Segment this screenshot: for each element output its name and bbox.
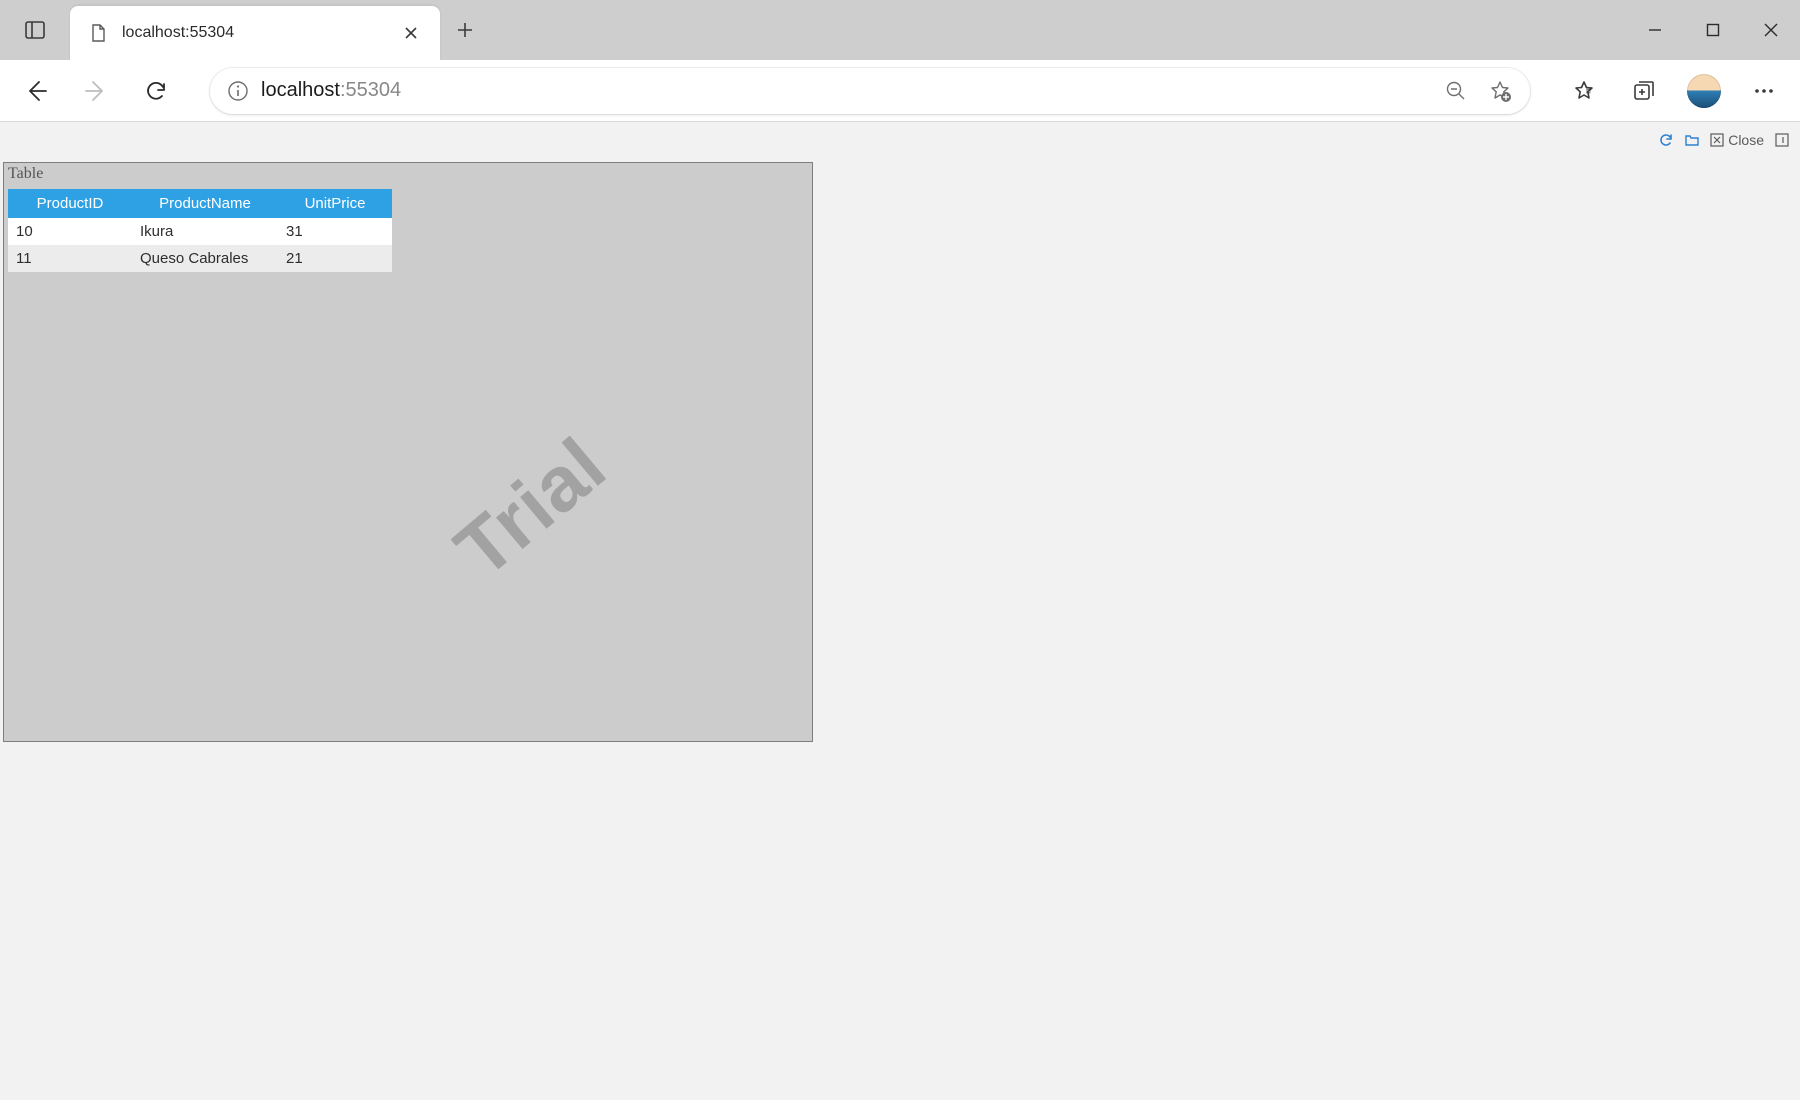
refresh-icon xyxy=(1658,132,1674,148)
table-header-row: ProductID ProductName UnitPrice xyxy=(8,189,392,218)
browser-toolbar: localhost:55304 xyxy=(0,60,1800,122)
col-header-productid: ProductID xyxy=(8,189,132,218)
collections-button[interactable] xyxy=(1618,65,1670,117)
star-plus-icon xyxy=(1488,79,1512,103)
url-host: localhost xyxy=(261,79,340,101)
col-header-productname: ProductName xyxy=(132,189,278,218)
trial-watermark: Trial xyxy=(438,419,623,595)
cell-productname: Queso Cabrales xyxy=(132,245,278,272)
tabpanel-icon xyxy=(24,19,46,41)
dev-dock-button[interactable] xyxy=(1774,132,1790,148)
favorites-button[interactable] xyxy=(1558,65,1610,117)
star-list-icon xyxy=(1572,79,1596,103)
dev-open-button[interactable] xyxy=(1684,132,1700,148)
tab-close-button[interactable] xyxy=(396,26,426,40)
folder-open-icon xyxy=(1684,132,1700,148)
cell-productid: 10 xyxy=(8,218,132,245)
maximize-icon xyxy=(1706,23,1720,37)
refresh-button[interactable] xyxy=(130,65,182,117)
back-button[interactable] xyxy=(10,65,62,117)
dev-close-label: Close xyxy=(1728,132,1764,148)
cell-productid: 11 xyxy=(8,245,132,272)
url-port: :55304 xyxy=(340,79,401,101)
col-header-unitprice: UnitPrice xyxy=(278,189,392,218)
close-icon xyxy=(404,26,418,40)
refresh-icon xyxy=(144,79,168,103)
report-title: Table xyxy=(4,163,812,189)
close-icon xyxy=(1763,22,1779,38)
data-table: ProductID ProductName UnitPrice 10 Ikura… xyxy=(8,189,392,272)
zoom-out-icon xyxy=(1445,80,1467,102)
table-row: 10 Ikura 31 xyxy=(8,218,392,245)
plus-icon xyxy=(456,21,474,39)
window-controls xyxy=(1626,0,1800,60)
browser-titlebar: localhost:55304 xyxy=(0,0,1800,60)
dock-icon xyxy=(1774,132,1790,148)
site-info-button[interactable] xyxy=(221,80,255,102)
ellipsis-icon xyxy=(1753,80,1775,102)
checkbox-x-icon xyxy=(1710,133,1724,147)
address-bar[interactable]: localhost:55304 xyxy=(210,68,1530,114)
browser-tab[interactable]: localhost:55304 xyxy=(70,6,440,60)
favorite-button[interactable] xyxy=(1481,79,1519,103)
close-window-button[interactable] xyxy=(1742,0,1800,60)
tab-actions-button[interactable] xyxy=(0,0,70,60)
avatar xyxy=(1687,74,1721,108)
url-text: localhost:55304 xyxy=(261,79,401,102)
zoom-out-button[interactable] xyxy=(1437,80,1475,102)
cell-productname: Ikura xyxy=(132,218,278,245)
page-icon xyxy=(88,23,108,43)
dev-refresh-button[interactable] xyxy=(1658,132,1674,148)
cell-unitprice: 31 xyxy=(278,218,392,245)
minimize-icon xyxy=(1647,22,1663,38)
dev-toolbar: Close xyxy=(1658,132,1790,148)
minimize-button[interactable] xyxy=(1626,0,1684,60)
arrow-left-icon xyxy=(23,78,49,104)
info-icon xyxy=(227,80,249,102)
collections-icon xyxy=(1632,79,1656,103)
cell-unitprice: 21 xyxy=(278,245,392,272)
forward-button[interactable] xyxy=(70,65,122,117)
maximize-button[interactable] xyxy=(1684,0,1742,60)
menu-button[interactable] xyxy=(1738,65,1790,117)
tab-title: localhost:55304 xyxy=(122,24,382,42)
table-row: 11 Queso Cabrales 21 xyxy=(8,245,392,272)
new-tab-button[interactable] xyxy=(440,0,490,60)
arrow-right-icon xyxy=(83,78,109,104)
profile-button[interactable] xyxy=(1678,65,1730,117)
dev-close-button[interactable]: Close xyxy=(1710,132,1764,148)
page-content: Close Table ProductID ProductName UnitPr… xyxy=(0,122,1800,1100)
report-viewer: Table ProductID ProductName UnitPrice 10… xyxy=(3,162,813,742)
